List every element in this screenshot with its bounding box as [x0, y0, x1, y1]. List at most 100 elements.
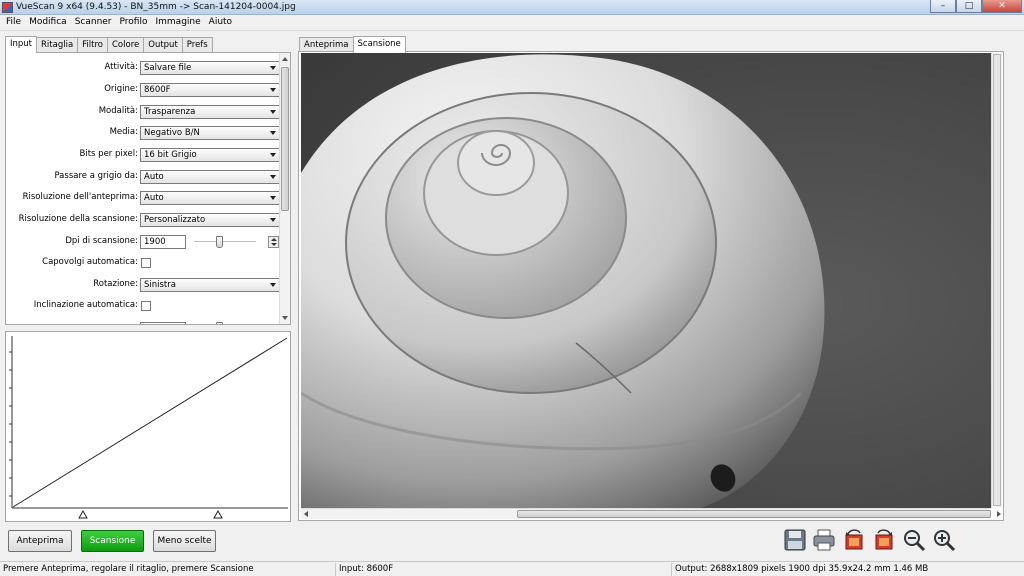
ris-scansione-select[interactable]: Personalizzato	[140, 213, 280, 227]
rotazione-value: Sinistra	[144, 280, 176, 290]
tab-filtro[interactable]: Filtro	[77, 37, 108, 52]
menu-scanner[interactable]: Scanner	[71, 15, 116, 30]
capovolgi-checkbox[interactable]	[141, 258, 151, 268]
bits-select[interactable]: 16 bit Grigio	[140, 148, 280, 162]
inclinazione-checkbox[interactable]	[141, 301, 151, 311]
scroll-right-icon[interactable]	[997, 511, 1001, 517]
rotazione-label: Rotazione:	[93, 279, 138, 289]
dpi-spinner[interactable]	[268, 236, 279, 248]
image-horizontal-scrollbar[interactable]	[301, 508, 1001, 519]
rotate-left-icon[interactable]	[842, 528, 866, 552]
rotazione-select[interactable]: Sinistra	[140, 278, 280, 292]
menu-modifica[interactable]: Modifica	[25, 15, 71, 30]
dpi-input[interactable]: 1900	[140, 235, 186, 249]
status-output: Output: 2688x1809 pixels 1900 dpi 35.9x2…	[675, 564, 929, 574]
setting-dpi: Dpi di scansione: 1900	[6, 233, 280, 251]
dropdown-arrow-icon	[270, 110, 276, 114]
setting-media: Media: Negativo B/N	[6, 124, 280, 142]
attivita-value: Salvare file	[144, 63, 192, 73]
dropdown-arrow-icon	[270, 88, 276, 92]
window-title: VueScan 9 x64 (9.4.53) - BN_35mm -> Scan…	[16, 2, 296, 12]
tab-input[interactable]: Input	[5, 36, 38, 53]
media-select[interactable]: Negativo B/N	[140, 126, 280, 140]
tab-anteprima[interactable]: Anteprima	[299, 37, 354, 52]
tab-output[interactable]: Output	[143, 37, 183, 52]
setting-modalita: Modalità: Trasparenza	[6, 103, 280, 121]
modalita-value: Trasparenza	[144, 107, 196, 117]
grigio-label: Passare a grigio da:	[54, 171, 138, 181]
origine-select[interactable]: 8600F	[140, 83, 280, 97]
minimize-button[interactable]: –	[930, 0, 956, 13]
attivita-label: Attività:	[104, 62, 139, 72]
fewer-options-button[interactable]: Meno scelte	[153, 530, 216, 552]
print-icon[interactable]	[812, 528, 836, 552]
dropdown-arrow-icon	[270, 131, 276, 135]
setting-attivita: Attività: Salvare file	[6, 59, 280, 77]
scroll-left-icon[interactable]	[304, 511, 308, 517]
setting-bits: Bits per pixel: 16 bit Grigio	[6, 146, 280, 164]
tone-curve-line	[12, 337, 288, 508]
maximize-button[interactable]: □	[956, 0, 982, 13]
ris-anteprima-select[interactable]: Auto	[140, 191, 280, 205]
input-settings-panel: Attività: Salvare file Origine: 8600F Mo…	[5, 52, 291, 325]
attivita-select[interactable]: Salvare file	[140, 61, 280, 75]
status-bar: Premere Anteprima, regolare il ritaglio,…	[0, 561, 1024, 576]
scan-image[interactable]	[301, 53, 991, 508]
menu-profilo[interactable]: Profilo	[116, 15, 152, 30]
zoom-in-icon[interactable]	[932, 528, 956, 552]
tab-colore[interactable]: Colore	[107, 37, 145, 52]
dropdown-arrow-icon	[270, 283, 276, 287]
curve-graph[interactable]	[6, 332, 290, 521]
origine-label: Origine:	[104, 84, 138, 94]
preview-button[interactable]: Anteprima	[8, 530, 72, 552]
dpi-label: Dpi di scansione:	[65, 236, 138, 246]
menu-immagine[interactable]: Immagine	[151, 15, 204, 30]
histogram-curve-panel	[5, 331, 291, 522]
app-icon	[2, 1, 13, 13]
snail-shell-image	[301, 53, 991, 508]
rotate-right-icon[interactable]	[872, 528, 896, 552]
white-point-marker	[213, 509, 223, 519]
ris-anteprima-label: Risoluzione dell'anteprima:	[22, 192, 138, 202]
bits-value: 16 bit Grigio	[144, 150, 197, 160]
menu-aiuto[interactable]: Aiuto	[205, 15, 236, 30]
image-hscroll-thumb[interactable]	[517, 510, 991, 518]
tab-ritaglia[interactable]: Ritaglia	[36, 37, 79, 52]
zoom-out-icon[interactable]	[902, 528, 926, 552]
status-input: Input: 8600F	[336, 563, 672, 576]
partial-slider-thumb[interactable]	[216, 322, 223, 324]
setting-inclinazione: Inclinazione automatica:	[6, 297, 280, 315]
menu-file[interactable]: File	[2, 15, 25, 30]
tab-scansione[interactable]: Scansione	[352, 36, 406, 53]
tab-prefs[interactable]: Prefs	[181, 37, 213, 52]
scan-button[interactable]: Scansione	[81, 530, 144, 552]
dpi-slider-thumb[interactable]	[216, 236, 223, 248]
image-vertical-scrollbar[interactable]	[991, 53, 1002, 508]
dropdown-arrow-icon	[270, 218, 276, 222]
bits-label: Bits per pixel:	[79, 149, 138, 159]
dpi-slider-track[interactable]	[194, 241, 256, 243]
setting-ris-anteprima: Risoluzione dell'anteprima: Auto	[6, 189, 280, 207]
scroll-up-icon[interactable]	[282, 57, 288, 61]
setting-grigio: Passare a grigio da: Auto	[6, 168, 280, 186]
media-label: Media:	[109, 127, 138, 137]
modalita-label: Modalità:	[98, 106, 138, 116]
setting-origine: Origine: 8600F	[6, 81, 280, 99]
settings-scroll-thumb[interactable]	[281, 67, 289, 211]
inclinazione-label: Inclinazione automatica:	[33, 300, 138, 310]
settings-scrollbar[interactable]	[279, 53, 290, 324]
image-vscroll-thumb[interactable]	[993, 54, 1001, 506]
dropdown-arrow-icon	[270, 66, 276, 70]
scroll-down-icon[interactable]	[282, 316, 288, 320]
close-button[interactable]: ✕	[982, 0, 1022, 13]
setting-partial-row	[6, 317, 280, 324]
save-icon[interactable]	[783, 528, 807, 552]
grigio-select[interactable]: Auto	[140, 170, 280, 184]
modalita-select[interactable]: Trasparenza	[140, 105, 280, 119]
view-tabs: Anteprima Scansione	[299, 36, 406, 53]
dropdown-arrow-icon	[270, 153, 276, 157]
capovolgi-label: Capovolgi automatica:	[42, 257, 138, 267]
partial-input[interactable]	[140, 322, 186, 324]
dropdown-arrow-icon	[270, 196, 276, 200]
dropdown-arrow-icon	[270, 175, 276, 179]
